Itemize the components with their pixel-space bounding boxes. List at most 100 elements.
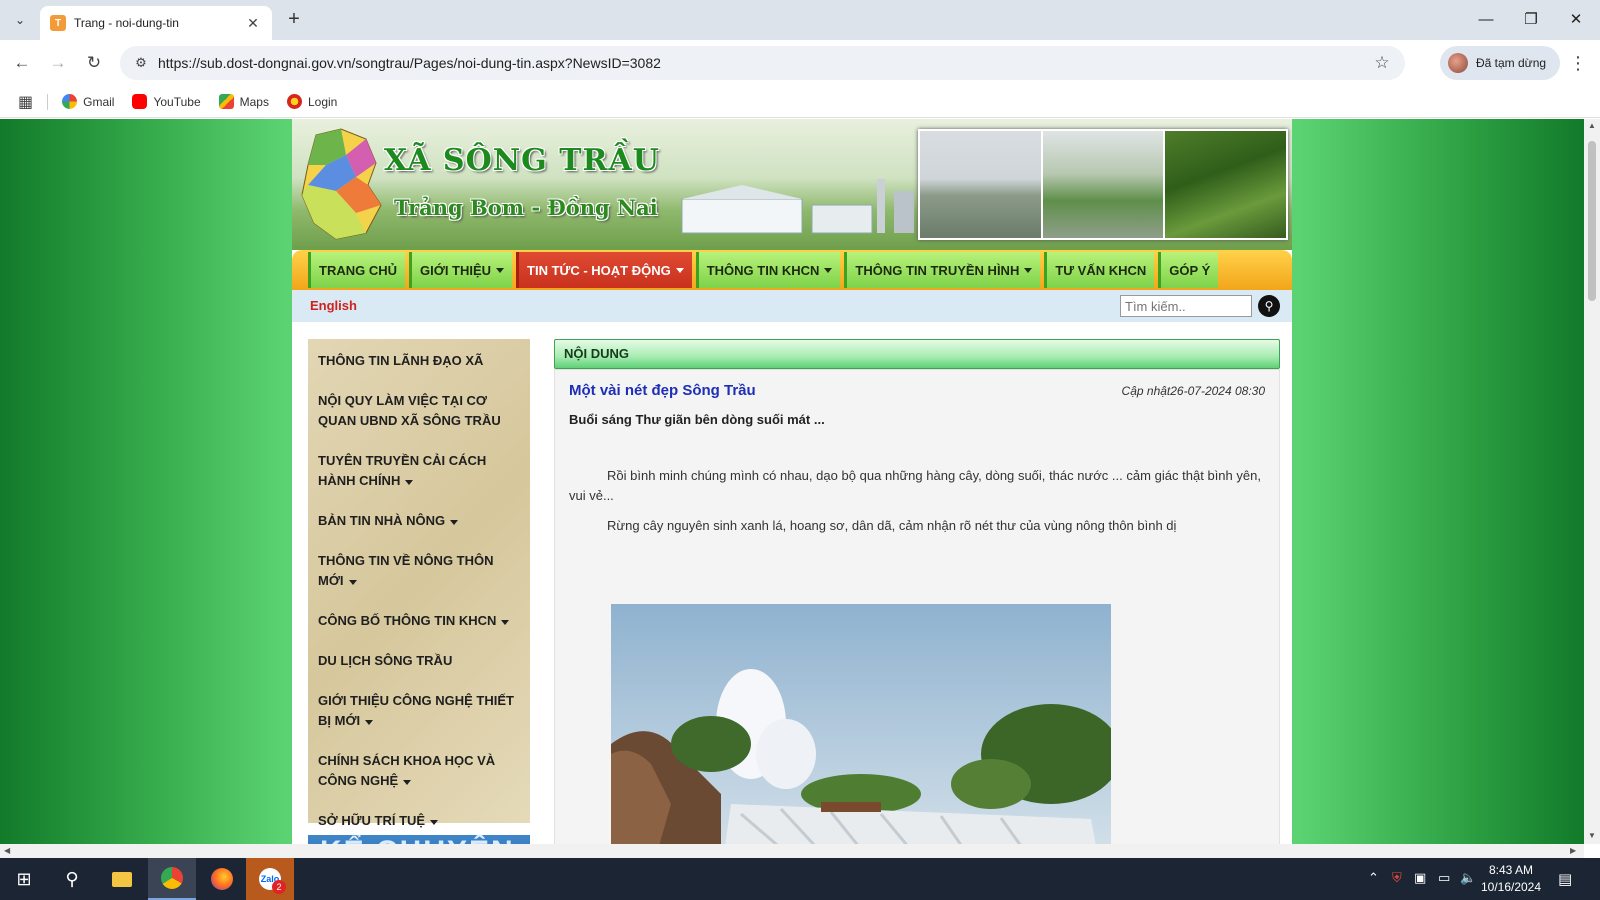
sidebar-item-du-lich[interactable]: DU LỊCH SÔNG TRẦU bbox=[318, 651, 520, 671]
taskbar-clock[interactable]: 8:43 AM 10/16/2024 bbox=[1476, 862, 1546, 896]
clock-date: 10/16/2024 bbox=[1480, 880, 1542, 894]
tray-volume-muted-icon[interactable]: 🔈 bbox=[1460, 870, 1476, 886]
minimize-icon[interactable]: — bbox=[1472, 8, 1500, 32]
sidebar-item-cong-nghe[interactable]: GIỚI THIỆU CÔNG NGHỆ THIẾT BỊ MỚI bbox=[318, 691, 520, 731]
zalo-badge: 2 bbox=[272, 880, 286, 894]
url-text[interactable]: https://sub.dost-dongnai.gov.vn/songtrau… bbox=[156, 55, 1367, 71]
tray-chevron-up-icon[interactable]: ⌃ bbox=[1368, 870, 1379, 886]
sidebar-item-nong-thon-moi[interactable]: THÔNG TIN VỀ NÔNG THÔN MỚI bbox=[318, 551, 520, 591]
horizontal-scrollbar[interactable]: ◀ ▶ bbox=[0, 844, 1584, 858]
search-icon[interactable]: ⚲ bbox=[1258, 295, 1280, 317]
address-bar[interactable]: ⚙ https://sub.dost-dongnai.gov.vn/songtr… bbox=[120, 46, 1405, 80]
firefox-icon[interactable] bbox=[198, 858, 246, 900]
english-link[interactable]: English bbox=[310, 298, 357, 313]
nav-item-tu-van[interactable]: TƯ VẤN KHCN bbox=[1044, 252, 1155, 288]
vertical-scrollbar[interactable]: ▲ ▼ bbox=[1584, 119, 1600, 844]
article-paragraph: Rừng cây nguyên sinh xanh lá, hoang sơ, … bbox=[607, 518, 1177, 533]
sidebar-item-chinh-sach[interactable]: CHÍNH SÁCH KHOA HỌC VÀ CÔNG NGHỆ bbox=[318, 751, 520, 791]
bookmark-youtube[interactable]: YouTube bbox=[132, 94, 201, 109]
profile-button[interactable]: Đã tạm dừng bbox=[1440, 46, 1560, 80]
restore-icon[interactable]: ❐ bbox=[1517, 8, 1545, 32]
banner-subtitle: Trảng Bom - Đồng Nai bbox=[394, 195, 658, 220]
site-info-icon[interactable]: ⚙ bbox=[126, 55, 156, 71]
nav-item-tin-tuc[interactable]: TIN TỨC - HOẠT ĐỘNG bbox=[516, 252, 692, 288]
bookmark-login[interactable]: Login bbox=[286, 94, 338, 109]
banner-photo-road bbox=[920, 131, 1041, 238]
caret-down-icon bbox=[430, 820, 439, 825]
windows-start-icon[interactable]: ⊞ bbox=[0, 858, 48, 900]
scroll-down-icon[interactable]: ▼ bbox=[1587, 831, 1597, 840]
article-paragraph: Rồi bình minh chúng mình có nhau, dạo bộ… bbox=[569, 468, 1261, 503]
vertical-scroll-thumb[interactable] bbox=[1588, 141, 1596, 301]
clock-time: 8:43 AM bbox=[1488, 863, 1534, 877]
article-lead: Buổi sáng Thư giãn bên dòng suối mát ... bbox=[569, 412, 825, 427]
sidebar-item-cai-cach[interactable]: TUYÊN TRUYỀN CẢI CÁCH HÀNH CHÍNH bbox=[318, 451, 520, 491]
apps-grid-icon[interactable]: ▦ bbox=[18, 92, 33, 112]
caret-down-icon bbox=[1024, 267, 1033, 273]
maps-pin-icon bbox=[218, 94, 234, 109]
close-window-icon[interactable]: ✕ bbox=[1562, 8, 1590, 32]
banner-photo-strip bbox=[918, 129, 1288, 240]
bookmarks-bar: ▦ Gmail YouTube Maps Login bbox=[0, 86, 1600, 118]
tab-search-icon[interactable]: ⌄ bbox=[8, 8, 32, 32]
nav-item-thong-tin-khcn[interactable]: THÔNG TIN KHCN bbox=[695, 252, 841, 288]
nav-item-trang-chu[interactable]: TRANG CHỦ bbox=[308, 252, 405, 288]
tab-favicon-icon: T bbox=[50, 15, 66, 31]
banner-photo-park bbox=[1042, 131, 1164, 238]
article-updated: Cập nhật26-07-2024 08:30 bbox=[1121, 384, 1265, 398]
sidebar-item-lanh-dao[interactable]: THÔNG TIN LÃNH ĐẠO XÃ bbox=[318, 351, 520, 371]
article-title: Một vài nét đẹp Sông Trầu bbox=[569, 382, 756, 399]
tab-close-icon[interactable]: ✕ bbox=[244, 15, 262, 32]
bookmark-separator bbox=[47, 93, 49, 110]
article: Một vài nét đẹp Sông Trầu Cập nhật26-07-… bbox=[554, 369, 1280, 844]
browser-toolbar: ← → ↻ ⚙ https://sub.dost-dongnai.gov.vn/… bbox=[0, 40, 1600, 86]
sidebar-item-noi-quy[interactable]: NỘI QUY LÀM VIỆC TẠI CƠ QUAN UBND XÃ SÔN… bbox=[318, 391, 520, 431]
caret-down-icon bbox=[675, 267, 684, 273]
reload-icon[interactable]: ↻ bbox=[82, 51, 106, 75]
notification-center-icon[interactable]: ▤ bbox=[1558, 870, 1572, 888]
taskbar-search-icon[interactable]: ⚲ bbox=[48, 858, 96, 900]
file-explorer-icon[interactable] bbox=[98, 858, 146, 900]
side-banner-ke-chuyen[interactable]: KỂ CHUYỆN bbox=[308, 835, 530, 844]
tab-title: Trang - noi-dung-tin bbox=[74, 16, 179, 30]
site-container: XÃ SÔNG TRẦU Trảng Bom - Đồng Nai TRANG … bbox=[292, 119, 1292, 844]
province-map-icon bbox=[301, 128, 382, 240]
sidebar-item-nha-nong[interactable]: BẢN TIN NHÀ NÔNG bbox=[318, 511, 520, 531]
sidebar-item-so-huu-tri-tue[interactable]: SỞ HỮU TRÍ TUỆ bbox=[318, 811, 520, 831]
tray-shield-icon[interactable]: ⛨ bbox=[1392, 870, 1402, 886]
page-viewport: XÃ SÔNG TRẦU Trảng Bom - Đồng Nai TRANG … bbox=[0, 119, 1584, 844]
new-tab-plus-icon[interactable]: + bbox=[282, 8, 306, 32]
banner-title: XÃ SÔNG TRẦU bbox=[384, 143, 660, 178]
scroll-left-icon[interactable]: ◀ bbox=[4, 846, 10, 855]
nav-item-gop-y[interactable]: GÓP Ý bbox=[1158, 252, 1219, 288]
caret-down-icon bbox=[824, 267, 833, 273]
sidebar-item-cong-bo-khcn[interactable]: CÔNG BỐ THÔNG TIN KHCN bbox=[318, 611, 520, 631]
bookmark-label: Gmail bbox=[83, 94, 115, 109]
nav-item-truyen-hinh[interactable]: THÔNG TIN TRUYỀN HÌNH bbox=[844, 252, 1041, 288]
browser-menu-icon[interactable]: ⋮ bbox=[1568, 51, 1588, 75]
chrome-icon[interactable] bbox=[148, 858, 196, 900]
forward-arrow-icon[interactable]: → bbox=[46, 51, 70, 75]
nav-item-gioi-thieu[interactable]: GIỚI THIỆU bbox=[409, 252, 513, 288]
bookmark-label: Login bbox=[307, 94, 338, 109]
back-arrow-icon[interactable]: ← bbox=[10, 51, 34, 75]
tray-security-icon[interactable]: ▣ bbox=[1414, 870, 1426, 886]
caret-down-icon bbox=[496, 267, 505, 273]
scroll-up-icon[interactable]: ▲ bbox=[1587, 121, 1597, 130]
youtube-icon bbox=[132, 94, 148, 109]
google-icon bbox=[62, 94, 78, 109]
zalo-icon[interactable]: Zalo 2 bbox=[246, 858, 294, 900]
waterfall-photo bbox=[611, 604, 1111, 844]
bookmark-gmail[interactable]: Gmail bbox=[62, 94, 114, 109]
bookmark-star-icon[interactable]: ☆ bbox=[1367, 53, 1397, 73]
banner-photo-farm bbox=[1165, 131, 1287, 238]
tray-network-icon[interactable]: ▭ bbox=[1438, 870, 1450, 886]
caret-down-icon bbox=[348, 580, 357, 585]
sub-bar: English ⚲ bbox=[292, 290, 1292, 322]
bookmark-maps[interactable]: Maps bbox=[218, 94, 269, 109]
bookmark-label: Maps bbox=[239, 94, 269, 109]
search-input[interactable] bbox=[1120, 295, 1252, 317]
scroll-right-icon[interactable]: ▶ bbox=[1570, 846, 1576, 855]
sidebar-menu: THÔNG TIN LÃNH ĐẠO XÃ NỘI QUY LÀM VIỆC T… bbox=[308, 339, 530, 828]
browser-tab[interactable]: T Trang - noi-dung-tin ✕ bbox=[40, 6, 272, 40]
